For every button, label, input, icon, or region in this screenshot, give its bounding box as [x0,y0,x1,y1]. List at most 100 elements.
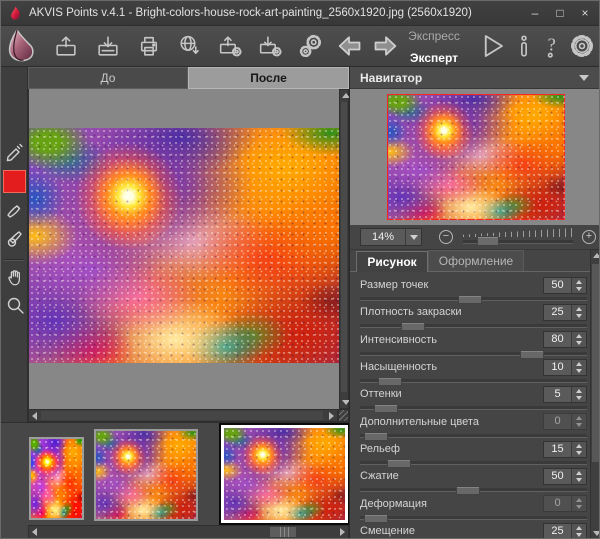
vertical-scroll-thumb[interactable] [341,102,347,392]
parameter-slider[interactable] [360,377,587,385]
mode-expert-button[interactable]: Эксперт [400,51,468,65]
parameter-row: Плотность закраски 25 [360,303,590,330]
preview-area-tool[interactable] [3,170,26,193]
parameter-spinbox[interactable]: 0 [543,413,587,430]
horizontal-scrollbar[interactable] [28,409,338,422]
run-icon[interactable] [475,29,509,63]
parameter-label: Дополнительные цвета [360,416,479,428]
parameter-spinbox[interactable]: 25 [543,304,587,321]
import-presets-icon[interactable] [213,29,247,63]
batch-processing-icon[interactable] [294,29,328,63]
tab-drawing[interactable]: Рисунок [356,251,428,272]
save-icon[interactable] [91,29,125,63]
parameter-value[interactable]: 15 [544,442,571,457]
mode-express-button[interactable]: Экспресс [400,29,468,43]
zoom-in-button[interactable]: + [582,230,596,244]
title-bar[interactable]: AKVIS Points v.4.1 - Bright-colors-house… [1,1,599,26]
parameter-value[interactable]: 50 [544,469,571,484]
navigator-preview[interactable] [350,89,600,225]
parameter-slider[interactable] [360,404,587,412]
spinner-arrows-icon[interactable] [571,442,586,457]
zoom-slider[interactable] [463,228,573,247]
maximize-button[interactable]: □ [549,4,571,22]
navigator-view-frame[interactable] [387,94,565,220]
parameter-spinbox[interactable]: 5 [543,386,587,403]
image-viewport[interactable] [28,89,339,409]
scroll-left-arrow[interactable] [32,528,37,536]
spinner-arrows-icon[interactable] [571,305,586,320]
spinner-arrows-icon[interactable] [571,496,586,511]
thumbnails-scroll-thumb[interactable] [270,527,296,537]
zoom-combobox[interactable]: 14% [360,228,422,246]
preset-thumbnail[interactable] [29,437,84,520]
undo-icon[interactable] [332,29,366,63]
smudge-tool-icon[interactable] [3,198,26,222]
spinner-arrows-icon[interactable] [571,469,586,484]
parameter-spinbox[interactable]: 50 [543,277,587,294]
parameter-slider[interactable] [360,295,587,303]
publish-to-web-icon[interactable] [172,29,206,63]
thumbnails-scrollbar[interactable] [28,525,349,539]
spinner-arrows-icon[interactable] [571,360,586,375]
parameter-label: Смещение [360,525,415,537]
parameter-value[interactable]: 50 [544,278,571,293]
parameter-slider[interactable] [360,432,587,440]
tab-after[interactable]: После [188,67,349,89]
print-icon[interactable] [132,29,166,63]
spinner-arrows-icon[interactable] [571,332,586,347]
parameter-slider[interactable] [360,514,587,522]
redo-icon[interactable] [369,29,403,63]
vertical-scrollbar[interactable] [339,89,349,409]
export-presets-icon[interactable] [253,29,287,63]
close-button[interactable]: × [574,4,596,22]
quick-preview-tool-icon[interactable] [3,141,26,165]
parameter-spinbox[interactable]: 0 [543,495,587,512]
parameters-scroll-thumb[interactable] [592,264,599,462]
parameter-value[interactable]: 0 [544,496,571,511]
parameter-value[interactable]: 5 [544,387,571,402]
parameter-value[interactable]: 80 [544,332,571,347]
parameters-scrollbar[interactable] [590,249,600,539]
parameter-value[interactable]: 10 [544,360,571,375]
navigator-header[interactable]: Навигатор [350,67,600,89]
parameter-slider[interactable] [360,486,587,494]
horizontal-scroll-thumb[interactable] [41,411,323,420]
preferences-icon[interactable] [565,29,599,63]
preset-thumbnail-selected[interactable] [221,425,348,523]
spinner-arrows-icon[interactable] [571,278,586,293]
parameter-spinbox[interactable]: 80 [543,331,587,348]
open-icon[interactable] [49,29,83,63]
parameter-value[interactable]: 0 [544,414,571,429]
parameter-slider[interactable] [360,459,587,467]
processed-image[interactable] [29,128,339,363]
scroll-right-arrow[interactable] [329,412,334,420]
parameter-slider[interactable] [360,322,587,330]
parameter-slider[interactable] [360,350,587,358]
preset-thumbnail[interactable] [94,429,198,521]
zoom-slider-thumb[interactable] [477,236,499,246]
tab-before[interactable]: До [28,67,188,89]
tab-decoration[interactable]: Оформление [428,250,524,271]
parameter-spinbox[interactable]: 25 [543,523,587,539]
parameter-spinbox[interactable]: 10 [543,359,587,376]
parameter-value[interactable]: 25 [544,524,571,539]
zoom-out-button[interactable]: − [439,230,453,244]
parameter-row: Деформация 0 [360,495,590,522]
spinner-arrows-icon[interactable] [571,524,586,539]
parameter-spinbox[interactable]: 15 [543,441,587,458]
parameter-spinbox[interactable]: 50 [543,468,587,485]
navigator-thumbnail[interactable] [387,94,565,220]
zoom-tool-icon[interactable] [3,293,26,317]
minimize-button[interactable]: – [524,4,546,22]
scroll-down-arrow[interactable] [593,531,600,536]
zoom-dropdown-icon[interactable] [405,229,421,245]
scroll-right-arrow[interactable] [340,528,345,536]
scroll-left-arrow[interactable] [32,412,37,420]
collapse-chevron-icon[interactable] [579,75,589,81]
spinner-arrows-icon[interactable] [571,387,586,402]
parameter-value[interactable]: 25 [544,305,571,320]
hand-tool-icon[interactable] [3,265,26,289]
history-brush-tool-icon[interactable] [3,226,26,250]
scroll-up-arrow[interactable] [593,253,600,258]
spinner-arrows-icon[interactable] [571,414,586,429]
